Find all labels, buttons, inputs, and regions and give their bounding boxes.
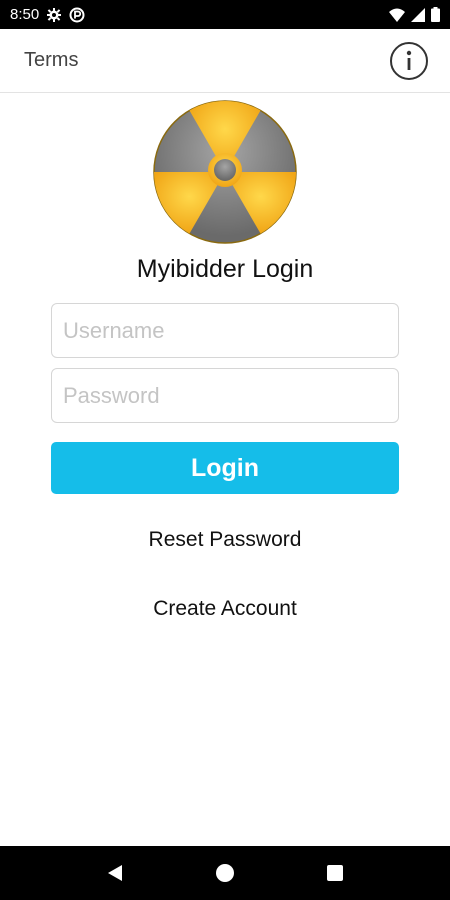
page-title: Myibidder Login (136, 255, 314, 283)
password-field[interactable] (51, 368, 399, 423)
status-time: 8:50 (10, 6, 40, 23)
username-field[interactable] (51, 303, 399, 358)
circle-p-icon (69, 7, 85, 23)
status-right (389, 7, 440, 22)
home-button[interactable] (205, 853, 245, 893)
login-content: Myibidder Login Login Reset Password Cre… (0, 93, 450, 846)
terms-link[interactable]: Terms (24, 49, 78, 72)
status-bar: 8:50 (0, 0, 450, 29)
radiation-logo (153, 100, 297, 244)
info-icon (406, 50, 412, 70)
signal-icon (411, 7, 425, 22)
reset-password-link[interactable]: Reset Password (149, 528, 302, 552)
status-left: 8:50 (10, 6, 85, 23)
back-icon (108, 865, 122, 881)
info-button[interactable] (390, 41, 428, 80)
battery-icon (431, 7, 440, 22)
app-header: Terms (0, 29, 450, 93)
gear-icon (47, 7, 62, 22)
login-button[interactable]: Login (51, 442, 399, 494)
wifi-icon (389, 8, 405, 22)
recents-button[interactable] (315, 853, 355, 893)
home-icon (216, 864, 234, 882)
nav-bar (0, 846, 450, 900)
back-button[interactable] (95, 853, 135, 893)
recents-icon (327, 865, 343, 881)
create-account-link[interactable]: Create Account (153, 597, 297, 621)
